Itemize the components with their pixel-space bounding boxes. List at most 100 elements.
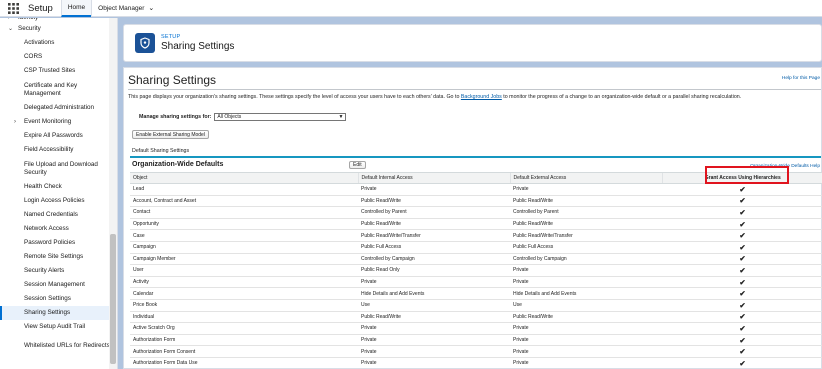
sidebar-item-label: View Setup Audit Trail bbox=[24, 323, 86, 330]
tab-object-manager[interactable]: Object Manager ⌄ bbox=[91, 0, 160, 17]
checkmark-icon: ✔ bbox=[662, 357, 822, 369]
table-row: Individual Public Read/Write Public Read/W… bbox=[130, 311, 822, 324]
cell-external-access: Controlled by Parent bbox=[510, 206, 662, 219]
sidebar-item-label: Sharing Settings bbox=[24, 309, 71, 316]
sidebar-item-label: Certificate and Key Management bbox=[24, 81, 78, 97]
cell-object: Calendar bbox=[130, 287, 358, 300]
sidebar-item-label: Event Monitoring bbox=[24, 118, 72, 125]
cell-external-access: Private bbox=[510, 357, 662, 369]
sidebar-scrollbar-thumb[interactable] bbox=[110, 234, 116, 364]
chevron-down-icon[interactable]: ⌄ bbox=[8, 25, 18, 33]
breadcrumb[interactable]: SETUP bbox=[161, 34, 234, 40]
sidebar-item[interactable]: View Setup Audit Trail bbox=[0, 320, 117, 334]
section-divider bbox=[130, 156, 821, 158]
table-row: Campaign Member Controlled by Campaign Con… bbox=[130, 253, 822, 266]
page-title: Sharing Settings bbox=[161, 41, 235, 52]
section-label: Default Sharing Settings bbox=[132, 148, 190, 154]
checkmark-icon: ✔ bbox=[662, 206, 822, 219]
cell-external-access: Private bbox=[510, 276, 662, 289]
sidebar-item[interactable]: CSP Trusted Sites bbox=[0, 64, 117, 78]
sidebar-item[interactable]: CORS bbox=[0, 50, 117, 64]
cell-object: Individual bbox=[130, 311, 358, 324]
sidebar-item[interactable]: Security Alerts bbox=[0, 264, 117, 278]
table-row: Calendar Hide Details and Add Events Hide … bbox=[130, 287, 822, 300]
sidebar-item[interactable]: Sharing Settings bbox=[0, 306, 117, 320]
checkmark-icon: ✔ bbox=[662, 183, 822, 196]
column-header-internal: Default Internal Access bbox=[357, 172, 510, 184]
manage-sharing-select[interactable]: All Objects ▼ bbox=[214, 113, 347, 121]
sidebar-item[interactable]: File Upload and Download Security bbox=[0, 157, 117, 180]
cell-object: Campaign bbox=[130, 241, 358, 254]
cell-object: Price Book bbox=[130, 299, 358, 312]
sidebar-item[interactable]: Whitelisted URLs for Redirects bbox=[0, 334, 117, 357]
sidebar-item[interactable]: Certificate and Key Management bbox=[0, 78, 117, 101]
cell-internal-access: Public Read/Write bbox=[358, 195, 510, 208]
cell-external-access: Use bbox=[510, 299, 662, 312]
sidebar-item[interactable]: Session Settings bbox=[0, 292, 117, 306]
sidebar-item[interactable]: Expire All Passwords bbox=[0, 129, 117, 143]
sidebar-item-label: Security bbox=[18, 25, 41, 32]
sidebar-item-label: Login Access Policies bbox=[24, 197, 85, 204]
chevron-right-icon[interactable]: › bbox=[8, 18, 18, 22]
cell-object: Lead bbox=[130, 183, 358, 196]
table-row: Authorization Form Private Private ✔ bbox=[130, 334, 822, 347]
tab-home-label: Home bbox=[67, 3, 86, 11]
checkmark-icon: ✔ bbox=[662, 334, 822, 347]
divider bbox=[128, 89, 821, 90]
background-jobs-link[interactable]: Background Jobs bbox=[461, 94, 502, 100]
sidebar-item[interactable]: Activations bbox=[0, 36, 117, 50]
cell-internal-access: Public Full Access bbox=[358, 241, 510, 254]
enable-external-sharing-button[interactable]: Enable External Sharing Model bbox=[132, 130, 209, 139]
app-launcher-icon[interactable] bbox=[0, 0, 26, 17]
tab-object-manager-label: Object Manager bbox=[98, 4, 145, 12]
sidebar-item[interactable]: Health Check bbox=[0, 180, 117, 194]
sidebar-item-label: Session Settings bbox=[24, 295, 71, 302]
description-text-end: to monitor the progress of a change to a… bbox=[501, 94, 742, 100]
cell-internal-access: Private bbox=[358, 276, 510, 289]
table-row: Price Book Use Use ✔ bbox=[130, 299, 822, 312]
cell-external-access: Private bbox=[510, 345, 662, 358]
cell-object: Activity bbox=[130, 276, 358, 289]
cell-object: User bbox=[130, 264, 358, 277]
sidebar-item[interactable]: Named Credentials bbox=[0, 208, 117, 222]
sidebar-item[interactable]: Login Access Policies bbox=[0, 194, 117, 208]
tab-home[interactable]: Home bbox=[60, 0, 92, 17]
manage-sharing-label: Manage sharing settings for: bbox=[139, 114, 212, 120]
sidebar-list: ›Identity⌄SecurityActivationsCORSCSP Tru… bbox=[0, 18, 117, 357]
cell-internal-access: Private bbox=[358, 334, 510, 347]
sidebar-item[interactable]: Session Management bbox=[0, 278, 117, 292]
sidebar-item[interactable]: ⌄ Security bbox=[0, 22, 117, 36]
cell-external-access: Hide Details and Add Events bbox=[510, 287, 662, 300]
checkmark-icon: ✔ bbox=[662, 229, 822, 242]
manage-sharing-row: Manage sharing settings for: All Objects… bbox=[139, 113, 347, 121]
sidebar-item[interactable]: › Event Monitoring bbox=[0, 115, 117, 129]
cell-object: Authorization Form Consent bbox=[130, 345, 358, 358]
table-row: Contact Controlled by Parent Controlled by… bbox=[130, 206, 822, 219]
sidebar-item[interactable]: Remote Site Settings bbox=[0, 250, 117, 264]
cell-internal-access: Public Read/Write/Transfer bbox=[358, 229, 510, 242]
sidebar-item[interactable]: Delegated Administration bbox=[0, 101, 117, 115]
cell-object: Authorization Form Data Use bbox=[130, 357, 358, 369]
owd-help-link[interactable]: Organization-Wide Defaults Help bbox=[750, 164, 820, 169]
cell-internal-access: Controlled by Parent bbox=[358, 206, 510, 219]
chevron-right-icon[interactable]: › bbox=[14, 118, 24, 126]
sidebar-item-label: File Upload and Download Security bbox=[24, 160, 98, 176]
manage-sharing-value: All Objects bbox=[217, 114, 242, 120]
checkmark-icon: ✔ bbox=[662, 345, 822, 358]
sidebar-item[interactable]: Field Accessibility bbox=[0, 143, 117, 157]
sidebar-item-label: Identity bbox=[18, 18, 38, 22]
sidebar-item-label: Named Credentials bbox=[24, 211, 78, 218]
sidebar-item-label: Remote Site Settings bbox=[24, 253, 84, 260]
cell-object: Case bbox=[130, 229, 358, 242]
owd-table: Object Default Internal Access Default E… bbox=[130, 172, 822, 369]
cell-external-access: Public Full Access bbox=[510, 241, 662, 254]
sidebar-item-label: Activations bbox=[24, 39, 55, 46]
sidebar-item[interactable]: Password Policies bbox=[0, 236, 117, 250]
help-for-this-page-link[interactable]: Help for this Page bbox=[782, 76, 820, 81]
app-name: Setup bbox=[28, 2, 53, 14]
cell-internal-access: Private bbox=[358, 345, 510, 358]
cell-object: Opportunity bbox=[130, 218, 358, 231]
chevron-down-icon[interactable]: ⌄ bbox=[148, 4, 154, 12]
edit-button[interactable]: Edit bbox=[349, 161, 366, 169]
sidebar-item[interactable]: Network Access bbox=[0, 222, 117, 236]
